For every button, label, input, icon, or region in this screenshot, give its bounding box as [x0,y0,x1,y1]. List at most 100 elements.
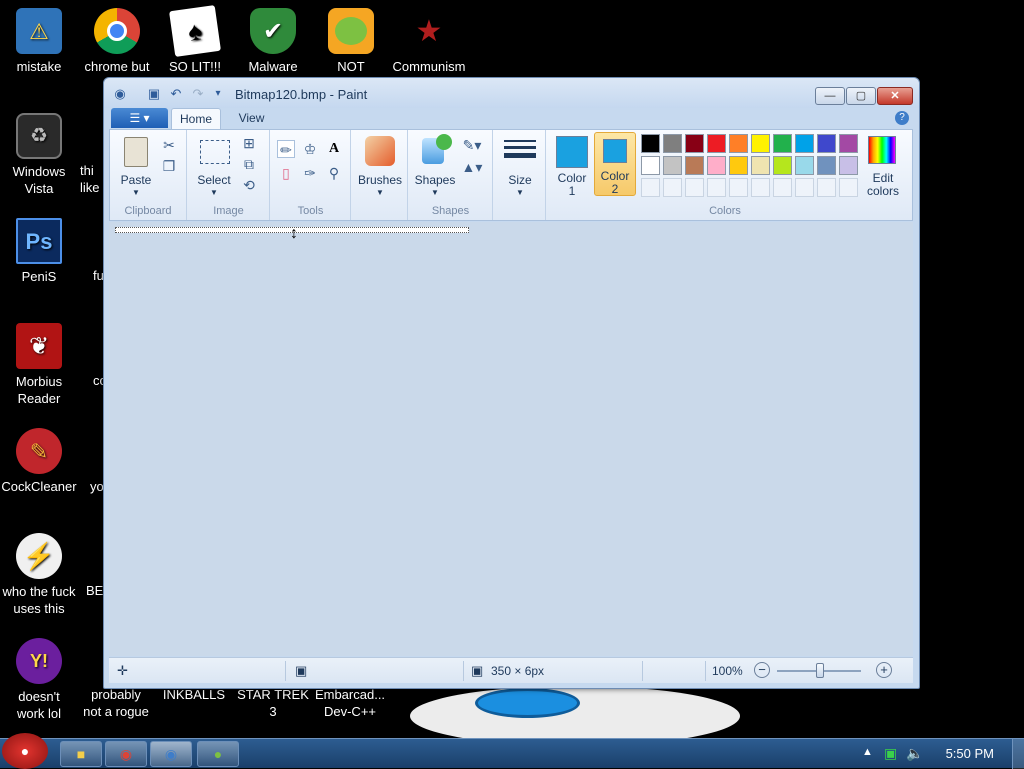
maximize-button[interactable]: ▢ [846,87,876,105]
palette-swatch[interactable] [729,134,748,153]
network-icon[interactable]: ▣ [884,745,897,762]
custom-color-slot[interactable] [773,178,792,197]
taskbar-explorer-button[interactable]: ■ [60,741,102,767]
palette-swatch[interactable] [751,156,770,175]
palette-swatch[interactable] [839,134,858,153]
custom-color-slot[interactable] [707,178,726,197]
palette-swatch[interactable] [751,134,770,153]
crop-icon[interactable]: ⊞ [240,134,258,152]
zoom-slider-thumb[interactable] [816,663,824,678]
palette-swatch[interactable] [707,134,726,153]
cut-icon[interactable]: ✂ [160,136,178,154]
paste-button[interactable]: Paste ▼ [116,134,156,197]
pencil-icon[interactable]: ✏ [277,140,295,158]
copy-icon[interactable]: ❐ [160,157,178,175]
taskbar-angry-birds-button[interactable]: ● [197,741,239,767]
eraser-icon[interactable]: ▯ [277,164,295,182]
pig-icon: ● [213,746,223,762]
palette-swatch[interactable] [663,134,682,153]
palette-swatch[interactable] [729,156,748,175]
desktop-icon-so-lit[interactable]: ♠ SO LIT!!! [156,5,234,75]
custom-color-slot[interactable] [641,178,660,197]
taskbar-paint-button[interactable]: ◉ [150,741,192,767]
palette-swatch[interactable] [817,134,836,153]
wallpaper-shape [410,686,740,738]
start-button[interactable]: ● [2,733,48,769]
brushes-button[interactable]: Brushes ▼ [355,134,405,197]
color1-button[interactable]: Color 1 [553,134,591,198]
undo-icon[interactable]: ↶ [168,87,184,101]
palette-swatch[interactable] [839,156,858,175]
custom-color-slot[interactable] [751,178,770,197]
palette-swatch[interactable] [773,134,792,153]
magnifier-icon[interactable]: ⚲ [325,164,343,182]
volume-icon[interactable]: 🔈 [906,745,923,762]
custom-color-slot[interactable] [817,178,836,197]
quick-access-dropdown-icon[interactable]: ▾ [210,87,226,101]
desktop-icon-probably-not-rogue[interactable]: probably not a rogue [76,686,156,720]
custom-color-slot[interactable] [839,178,858,197]
palette-swatch[interactable] [795,134,814,153]
clock[interactable]: 5:50 PM [946,746,994,761]
desktop-icon-penis[interactable]: Ps PeniS [0,218,78,285]
palette-swatch[interactable] [641,156,660,175]
palette-swatch[interactable] [795,156,814,175]
palette-swatch[interactable] [817,156,836,175]
custom-color-slot[interactable] [685,178,704,197]
select-button[interactable]: Select ▼ [192,134,236,197]
tab-home[interactable]: Home [171,108,221,129]
desktop-icon-morbius-reader[interactable]: ❦ Morbius Reader [0,323,78,407]
desktop-icon-who-uses-this[interactable]: ⚡ who the fuck uses this [0,533,78,617]
desktop-icon-star-trek[interactable]: STAR TREK 3 [233,686,313,720]
hidden-icon-label: BE [86,583,104,598]
desktop-icon-windows-vista[interactable]: ♻ Windows Vista [0,113,78,197]
minimize-button[interactable]: — [815,87,845,105]
group-brushes: Brushes ▼ [352,130,408,220]
palette-swatch[interactable] [773,156,792,175]
clipboard-icon [124,137,148,167]
paint-menu-button[interactable]: ☰ ▾ [111,108,168,128]
title-bar[interactable]: ◉ ▣ ↶ ↷ ▾ Bitmap120.bmp - Paint — ▢ ✕ [104,78,919,108]
palette-swatch[interactable] [685,156,704,175]
redo-icon[interactable]: ↷ [190,87,206,101]
show-hidden-icons-icon[interactable]: ▲ [862,746,873,758]
save-icon[interactable]: ▣ [146,87,162,101]
show-desktop-button[interactable] [1012,739,1024,769]
palette-swatch[interactable] [707,156,726,175]
color-picker-icon[interactable]: ✑ [301,164,319,182]
zoom-out-icon[interactable]: − [754,662,770,678]
shapes-button[interactable]: Shapes ▼ [412,134,458,197]
color2-button[interactable]: Color 2 [594,132,636,196]
custom-color-slot[interactable] [795,178,814,197]
desktop-icon-label: mistake [16,59,62,74]
taskbar: ● ■ ◉ ◉ ● ▲ ▣ 🔈 5:50 PM [0,733,1024,769]
text-icon[interactable]: A [325,140,343,158]
tab-view[interactable]: View [229,108,274,129]
chrome-icon [94,8,140,54]
desktop-icon-doesnt-work[interactable]: Y! doesn't work lol [0,638,78,722]
palette-swatch[interactable] [685,134,704,153]
rotate-icon[interactable]: ⟲ [240,176,258,194]
palette-swatch[interactable] [663,156,682,175]
help-icon[interactable]: ? [895,111,909,125]
custom-color-slot[interactable] [729,178,748,197]
fill-bucket-icon[interactable]: ♔ [301,140,319,158]
fill-icon[interactable]: ▲▾ [459,158,485,176]
edit-colors-label: Edit colors [866,171,899,198]
desktop-icon-mistake[interactable]: ⚠ mistake [0,8,78,75]
canvas-area[interactable]: ↕ [109,222,913,656]
desktop-icon-malware[interactable]: ✔ Malware [234,8,312,75]
taskbar-chrome-button[interactable]: ◉ [105,741,147,767]
resize-icon[interactable]: ⧉ [240,155,258,173]
outline-icon[interactable]: ✎▾ [459,136,485,154]
close-button[interactable]: ✕ [877,87,913,105]
custom-color-slot[interactable] [663,178,682,197]
size-button[interactable]: Size ▼ [497,134,543,197]
desktop-icon-cockcleaner[interactable]: ✎ CockCleaner [0,428,78,495]
chevron-down-icon: ▼ [132,188,140,197]
palette-swatch[interactable] [641,134,660,153]
desktop-icon-dev-cpp[interactable]: Embarcad... Dev-C++ [310,686,390,720]
edit-colors-button[interactable]: Edit colors [865,134,901,198]
zoom-in-icon[interactable]: + [876,662,892,678]
desktop-icon-communism[interactable]: ★ Communism [390,8,468,75]
